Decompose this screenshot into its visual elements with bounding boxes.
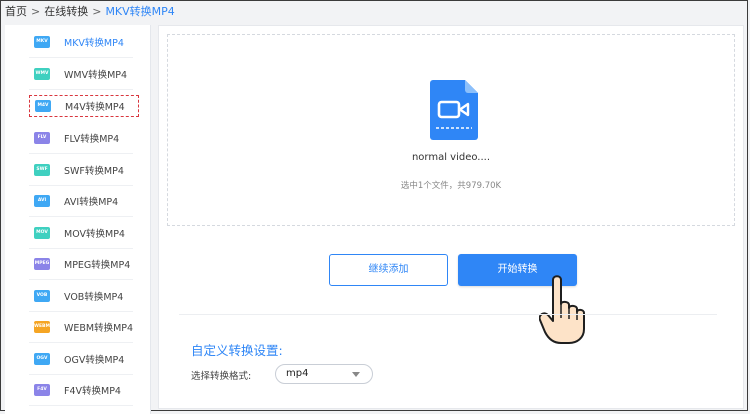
breadcrumb: 首页 > 在线转换 > MKV转换MP4 — [5, 3, 175, 21]
sidebar-item-f4v[interactable]: F4V F4V转换MP4 — [29, 375, 133, 406]
format-label: 选择转换格式: — [191, 371, 252, 382]
wmv-file-icon: WMV — [34, 68, 50, 80]
converter-panel: normal video.... 选中1个文件，共979.70K 继续添加 开始… — [158, 25, 744, 409]
sidebar-item-label: WEBM转换MP4 — [64, 323, 134, 334]
mpeg-file-icon: MPEG — [34, 258, 50, 270]
webm-file-icon: WEBM — [34, 321, 50, 333]
sidebar-item-mpeg[interactable]: MPEG MPEG转换MP4 — [29, 249, 133, 280]
sidebar-item-m4v[interactable]: M4V M4V转换MP4 — [29, 95, 139, 117]
breadcrumb-separator: > — [31, 5, 41, 18]
ogv-file-icon: OGV — [34, 353, 50, 365]
format-select[interactable]: mp4 — [275, 364, 373, 384]
video-file-icon — [430, 80, 478, 140]
file-selection-info: 选中1个文件，共979.70K — [400, 181, 502, 191]
sidebar-item-label: FLV转换MP4 — [64, 134, 120, 145]
file-drop-zone[interactable]: normal video.... 选中1个文件，共979.70K — [167, 34, 735, 226]
hand-pointer-icon — [539, 275, 585, 344]
m4v-file-icon: M4V — [35, 100, 51, 112]
mkv-file-icon: MKV — [34, 36, 50, 48]
continue-add-button[interactable]: 继续添加 — [329, 254, 448, 286]
sidebar-item-vob[interactable]: VOB VOB转换MP4 — [29, 281, 133, 312]
sidebar-item-avi[interactable]: AVI AVI转换MP4 — [29, 186, 133, 217]
chevron-down-icon — [352, 372, 360, 377]
f4v-file-icon: F4V — [34, 384, 50, 396]
breadcrumb-section[interactable]: 在线转换 — [44, 5, 88, 18]
sidebar-item-webm[interactable]: WEBM WEBM转换MP4 — [29, 312, 133, 343]
sidebar-item-ogv[interactable]: OGV OGV转换MP4 — [29, 344, 133, 375]
format-sidebar: MKV MKV转换MP4 WMV WMV转换MP4 M4V M4V转换MP4 F… — [5, 25, 151, 414]
file-name: normal video.... — [411, 152, 491, 163]
sidebar-item-label: OGV转换MP4 — [64, 355, 125, 366]
sidebar-item-swf[interactable]: SWF SWF转换MP4 — [29, 155, 133, 186]
format-select-value: mp4 — [286, 368, 309, 379]
sidebar-item-label: MOV转换MP4 — [64, 229, 125, 240]
sidebar-item-label: AVI转换MP4 — [64, 197, 119, 208]
mov-file-icon: MOV — [34, 227, 50, 239]
sidebar-item-flv[interactable]: FLV FLV转换MP4 — [29, 123, 133, 154]
sidebar-item-label: MKV转换MP4 — [64, 38, 124, 49]
sidebar-item-mkv[interactable]: MKV MKV转换MP4 — [29, 27, 133, 58]
vob-file-icon: VOB — [34, 290, 50, 302]
sidebar-item-mov[interactable]: MOV MOV转换MP4 — [29, 218, 133, 249]
sidebar-item-label: M4V转换MP4 — [65, 102, 125, 113]
app-frame: 首页 > 在线转换 > MKV转换MP4 MKV MKV转换MP4 WMV WMV转换M… — [0, 0, 748, 414]
sidebar-item-wmv[interactable]: WMV WMV转换MP4 — [29, 59, 133, 90]
breadcrumb-separator: > — [92, 5, 102, 18]
flv-file-icon: FLV — [34, 132, 50, 144]
breadcrumb-current: MKV转换MP4 — [105, 5, 175, 18]
sidebar-item-label: VOB转换MP4 — [64, 292, 124, 303]
sidebar-item-label: F4V转换MP4 — [64, 386, 121, 397]
section-divider — [179, 314, 717, 315]
sidebar-item-label: MPEG转换MP4 — [64, 260, 131, 271]
avi-file-icon: AVI — [34, 195, 50, 207]
swf-file-icon: SWF — [34, 164, 50, 176]
custom-settings-title: 自定义转换设置: — [191, 343, 283, 358]
sidebar-item-label: SWF转换MP4 — [64, 166, 124, 177]
sidebar-item-label: WMV转换MP4 — [64, 70, 128, 81]
breadcrumb-home[interactable]: 首页 — [5, 5, 27, 18]
